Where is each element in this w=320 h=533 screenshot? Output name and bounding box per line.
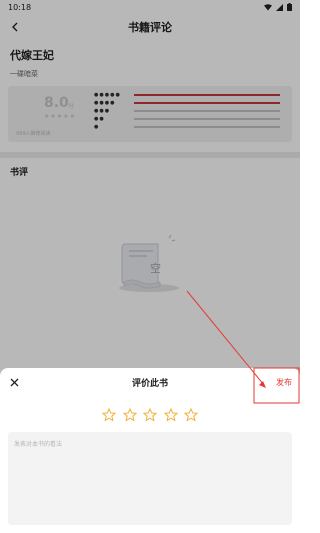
sheet-title: 评价此书 [131, 379, 168, 389]
star-icon[interactable] [184, 408, 198, 422]
review-text-input[interactable] [8, 432, 292, 525]
review-bottom-sheet: 评价此书 发布 [0, 368, 300, 533]
star-icon[interactable] [102, 408, 116, 422]
star-icon[interactable] [143, 408, 157, 422]
publish-button[interactable]: 发布 [276, 377, 292, 388]
star-icon[interactable] [122, 408, 137, 422]
star-rating-input [102, 408, 198, 422]
star-icon[interactable] [163, 408, 178, 422]
